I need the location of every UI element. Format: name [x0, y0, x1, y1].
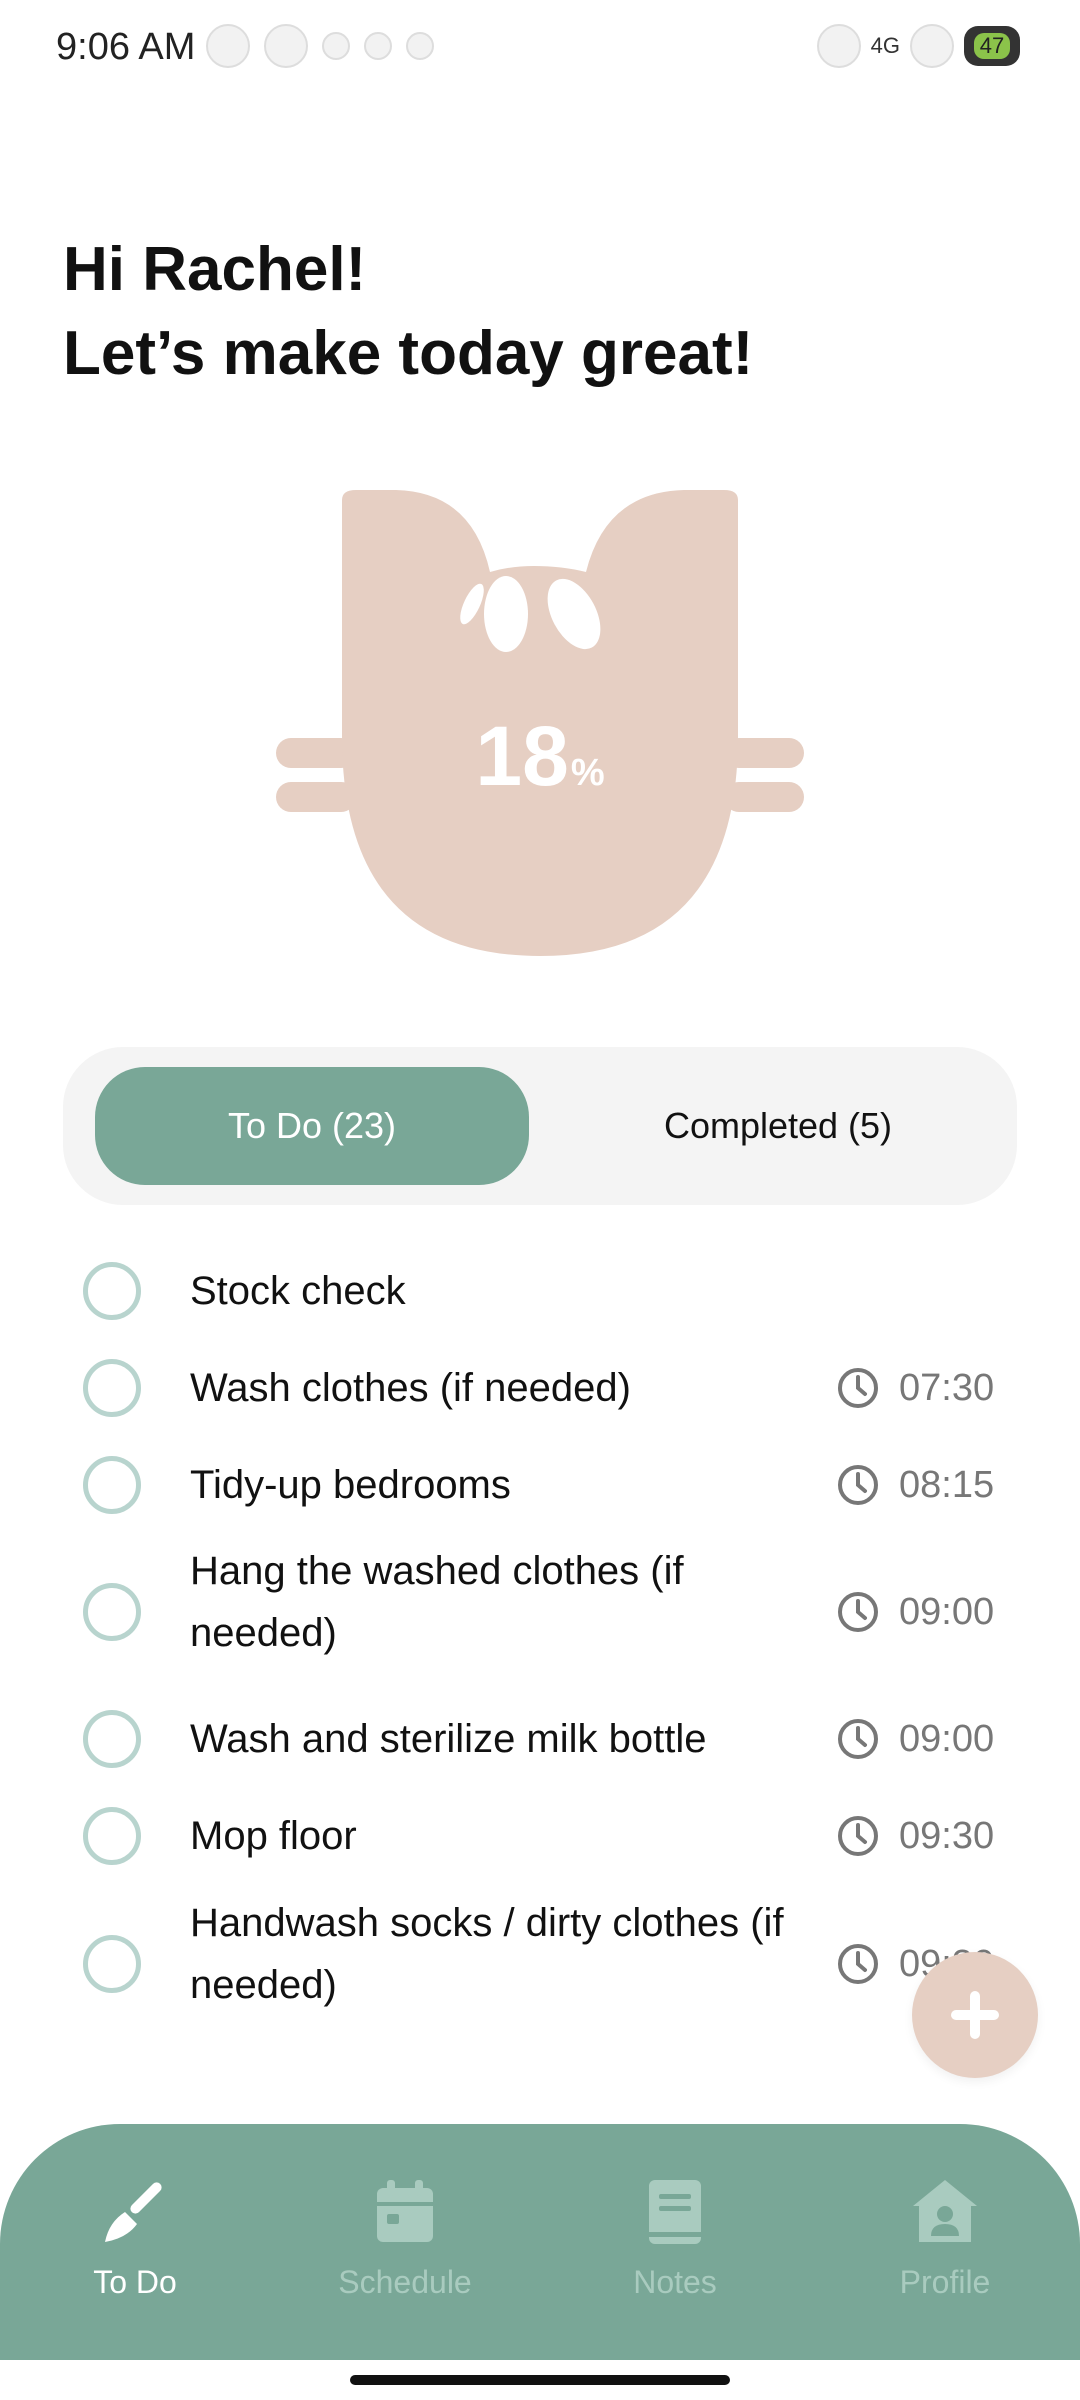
- task-time: 07:30: [899, 1367, 995, 1409]
- clock-icon: [838, 1944, 878, 1984]
- status-time: 9:06 AM: [56, 26, 196, 68]
- task-checkbox[interactable]: [83, 1359, 141, 1417]
- plus-icon: [951, 1991, 999, 2039]
- task-time: 09:00: [899, 1591, 995, 1633]
- clock-icon: [838, 1816, 878, 1856]
- panda-wifi-icon: [910, 24, 954, 68]
- task-label: Handwash socks / dirty clothes (if neede…: [190, 1901, 784, 2007]
- shield-notification-icon: [364, 32, 392, 60]
- app-notification-icon: [322, 32, 350, 60]
- task-time: 09:00: [899, 1718, 995, 1760]
- clock-icon: [838, 1368, 878, 1408]
- task-time: 09:30: [899, 1815, 995, 1857]
- system-status-icons: 4G 47: [816, 24, 1020, 68]
- task-checkbox[interactable]: [83, 1583, 141, 1641]
- screen: 9:06 AM 4G 47 Hi Rachel! Let’s make toda…: [0, 0, 1080, 2400]
- network-type: 4G: [870, 33, 900, 58]
- nav-label: Schedule: [338, 2264, 472, 2300]
- nav-item-schedule[interactable]: Schedule: [305, 2172, 505, 2301]
- nav-item-profile[interactable]: Profile: [845, 2172, 1045, 2301]
- nav-label: Notes: [633, 2264, 717, 2300]
- tab-completed[interactable]: Completed (5): [561, 1067, 995, 1185]
- nav-item-todo[interactable]: To Do: [35, 2172, 235, 2301]
- task-label: Hang the washed clothes (if needed): [190, 1549, 684, 1655]
- battery-level: 47: [973, 33, 1011, 59]
- book-icon: [649, 2180, 701, 2244]
- task-label: Wash clothes (if needed): [190, 1366, 631, 1410]
- task-checkbox[interactable]: [83, 1710, 141, 1768]
- calendar-icon: [377, 2180, 433, 2242]
- clock-icon: [838, 1465, 878, 1505]
- nav-label: Profile: [899, 2264, 991, 2300]
- task-label: Stock check: [190, 1269, 406, 1313]
- nav-item-notes[interactable]: Notes: [575, 2172, 775, 2301]
- progress-percent-value: 18: [475, 709, 569, 803]
- progress-percent: 18%: [276, 708, 804, 805]
- broom-icon: [105, 2182, 162, 2242]
- progress-percent-unit: %: [570, 752, 605, 794]
- task-label: Wash and sterilize milk bottle: [190, 1717, 707, 1761]
- panda-sticker-icon: [206, 24, 250, 68]
- home-indicator[interactable]: [350, 2375, 730, 2385]
- profile-icon: [913, 2180, 977, 2242]
- panda-signal-icon: [816, 24, 861, 68]
- panda-sticker-icon: [264, 24, 308, 68]
- cat-progress-indicator: 18%: [276, 486, 804, 956]
- greeting-line-2: Let’s make today great!: [63, 319, 754, 388]
- task-checkbox[interactable]: [83, 1935, 141, 1993]
- clock-icon: [838, 1592, 878, 1632]
- status-bar: 9:06 AM 4G 47: [0, 0, 1080, 100]
- notification-icons: [206, 24, 434, 68]
- nav-label: To Do: [93, 2264, 177, 2300]
- greeting-line-1: Hi Rachel!: [63, 235, 367, 304]
- clock-icon: [838, 1719, 878, 1759]
- task-checkbox[interactable]: [83, 1262, 141, 1320]
- task-label: Mop floor: [190, 1814, 357, 1858]
- task-checkbox[interactable]: [83, 1807, 141, 1865]
- add-task-button[interactable]: [912, 1952, 1038, 2078]
- task-tabs: To Do (23) Completed (5): [63, 1047, 1017, 1205]
- task-label: Tidy-up bedrooms: [190, 1463, 511, 1507]
- greeting: Hi Rachel! Let’s make today great!: [63, 228, 753, 396]
- task-checkbox[interactable]: [83, 1456, 141, 1514]
- battery-icon: 47: [964, 26, 1020, 66]
- bottom-navigation: To Do Schedule Notes Profile: [0, 2124, 1080, 2360]
- app-notification-icon: [406, 32, 434, 60]
- task-time: 08:15: [899, 1464, 995, 1506]
- tab-todo[interactable]: To Do (23): [95, 1067, 529, 1185]
